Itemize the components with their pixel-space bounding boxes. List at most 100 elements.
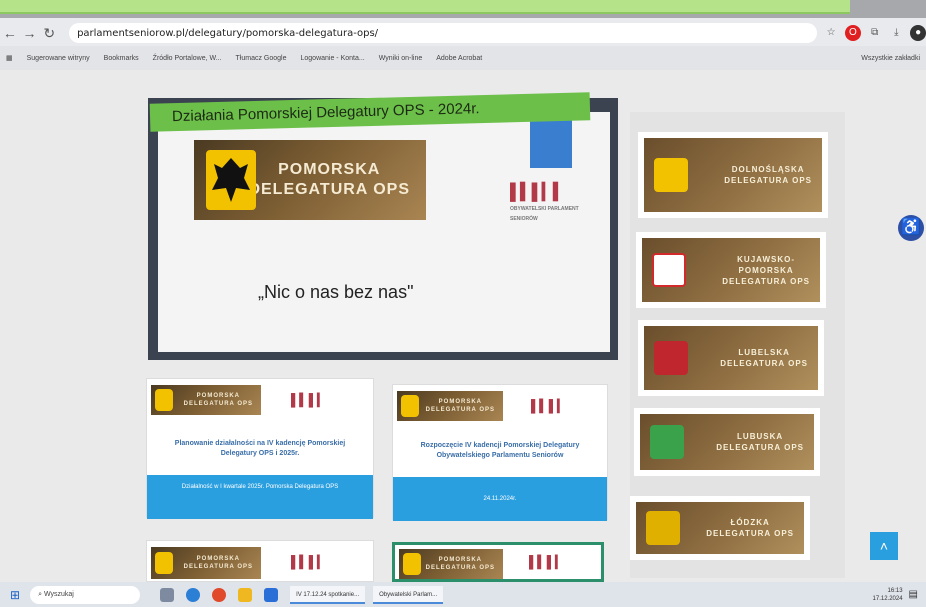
ops-logo-text: OBYWATELSKI PARLAMENT SENIORÓW <box>510 206 579 222</box>
opera-icon[interactable]: O <box>845 25 861 41</box>
card-banner: POMORSKA DELEGATURA OPS <box>399 549 503 579</box>
card-title[interactable]: Rozpoczęcie IV kadencji Pomorskiej Deleg… <box>393 441 607 461</box>
download-icon[interactable]: ⤓ <box>889 25 905 41</box>
delegatura-banner: LUBELSKA DELEGATURA OPS <box>644 326 818 390</box>
scroll-top-button[interactable]: ˄ <box>870 532 898 560</box>
card-banner: POMORSKA DELEGATURA OPS <box>151 547 261 579</box>
delegatura-line2: DELEGATURA OPS <box>724 176 812 185</box>
delegatura-banner: DOLNOŚLĄSKA DELEGATURA OPS <box>644 138 822 212</box>
start-icon[interactable]: ⊞ <box>10 588 20 602</box>
bookmark-item[interactable]: Adobe Acrobat <box>436 55 482 62</box>
card-title[interactable]: Planowanie działalności na IV kadencję P… <box>147 439 373 459</box>
delegatura-line2: DELEGATURA OPS <box>716 443 804 452</box>
taskbar-search-text: Wyszukaj <box>43 590 74 598</box>
card-banner: POMORSKA DELEGATURA OPS <box>151 385 261 415</box>
delegatura-line2: POMORSKA <box>738 265 794 275</box>
bookmark-item[interactable]: Źródło Portalowe, W... <box>153 55 222 62</box>
star-icon[interactable]: ☆ <box>823 25 839 41</box>
url-text: parlamentseniorow.pl/delegatury/pomorska… <box>77 27 379 39</box>
edge-icon[interactable] <box>186 587 201 602</box>
explorer-icon[interactable] <box>238 587 253 602</box>
delegatura-link[interactable]: ŁÓDZKA DELEGATURA OPS <box>630 496 810 560</box>
delegatura-banner: KUJAWSKO- POMORSKA DELEGATURA OPS <box>642 238 820 302</box>
extensions-icon[interactable]: ⧉ <box>867 25 883 41</box>
crest-icon <box>155 389 173 411</box>
notification-icon[interactable]: ▤ <box>909 589 918 600</box>
card-footer: Działalność w I kwartale 2025r. Pomorska… <box>147 475 373 519</box>
crest-icon <box>401 395 419 417</box>
delegatura-banner: ŁÓDZKA DELEGATURA OPS <box>636 502 804 554</box>
news-card[interactable]: POMORSKA DELEGATURA OPS ▌▍▌▎ <box>146 540 374 582</box>
screen: ← → ↻ parlamentseniorow.pl/delegatury/po… <box>0 0 926 607</box>
delegatura-line1: LUBELSKA <box>738 348 790 357</box>
slide-banner-line1: POMORSKA <box>278 161 381 178</box>
bookmarks-bar: ▦ Sugerowane witryny Bookmarks Źródło Po… <box>0 46 926 70</box>
delegatury-sidebar: DOLNOŚLĄSKA DELEGATURA OPS KUJAWSKO- POMOR… <box>630 112 845 578</box>
crest-icon <box>652 253 686 287</box>
news-card[interactable]: POMORSKA DELEGATURA OPS ▌▍▌▎ <box>392 542 604 582</box>
card-banner-line1: POMORSKA <box>196 556 240 562</box>
card-footer: 24.11.2024r. <box>393 477 607 521</box>
delegatura-banner: LUBUSKA DELEGATURA OPS <box>640 414 814 470</box>
card-banner: POMORSKA DELEGATURA OPS <box>397 391 503 421</box>
crest-icon <box>654 158 688 192</box>
news-card[interactable]: POMORSKA DELEGATURA OPS ▌▍▌▎ Planowanie d… <box>146 378 374 519</box>
card-banner-line1: POMORSKA <box>438 399 482 405</box>
taskbar-app[interactable]: Obywatelski Parlam... <box>373 585 444 604</box>
reload-icon[interactable]: ↻ <box>39 25 59 42</box>
crest-icon <box>650 425 684 459</box>
card-banner-line2: DELEGATURA OPS <box>183 401 253 407</box>
chrome-icon[interactable] <box>212 587 227 602</box>
ops-logo: ▌▍▌▎ <box>291 393 327 407</box>
card-banner-line2: DELEGATURA OPS <box>425 407 495 413</box>
ops-logo: ▌▍▌▎ <box>291 555 327 569</box>
crest-icon <box>646 511 680 545</box>
taskview-icon[interactable] <box>160 587 175 602</box>
address-bar: ← → ↻ parlamentseniorow.pl/delegatury/po… <box>0 18 926 48</box>
forward-icon[interactable]: → <box>20 25 40 41</box>
ops-logo: ▌▍▌▎ <box>531 399 567 413</box>
delegatura-line1: LUBUSKA <box>737 432 784 441</box>
news-card[interactable]: POMORSKA DELEGATURA OPS ▌▍▌▎ Rozpoczęcie … <box>392 384 608 521</box>
profile-icon[interactable]: ● <box>910 25 926 41</box>
clock-time: 16:13 <box>887 587 903 594</box>
delegatura-line1: ŁÓDZKA <box>730 518 770 527</box>
bookmark-item[interactable]: Bookmarks <box>104 55 139 62</box>
bookmark-item[interactable]: Wyniki on-line <box>379 55 423 62</box>
crest-icon <box>155 552 173 574</box>
bookmark-item[interactable]: Tłumacz Google <box>236 55 287 62</box>
delegatura-link[interactable]: LUBELSKA DELEGATURA OPS <box>638 320 824 396</box>
back-icon[interactable]: ← <box>0 25 20 41</box>
crest-icon <box>206 150 256 210</box>
card-banner-line1: POMORSKA <box>438 557 482 563</box>
todo-icon[interactable] <box>264 587 279 602</box>
accessibility-icon[interactable]: ♿ <box>898 215 924 241</box>
delegatura-link[interactable]: KUJAWSKO- POMORSKA DELEGATURA OPS <box>636 232 826 308</box>
crest-icon <box>654 341 688 375</box>
card-banner-line1: POMORSKA <box>196 393 240 399</box>
clock-date: 17.12.2024 <box>872 595 903 602</box>
delegatura-line1: DOLNOŚLĄSKA <box>731 165 805 174</box>
apps-icon[interactable]: ▦ <box>6 54 13 62</box>
url-input[interactable]: parlamentseniorow.pl/delegatury/pomorska… <box>69 23 818 43</box>
taskbar-app[interactable]: IV 17.12.24 spotkanie... <box>290 585 366 604</box>
delegatura-link[interactable]: DOLNOŚLĄSKA DELEGATURA OPS <box>638 132 828 218</box>
active-tab[interactable] <box>0 0 850 14</box>
crest-icon <box>403 553 421 575</box>
card-banner-line2: DELEGATURA OPS <box>183 564 253 570</box>
slide-banner-line2: DELEGATURA OPS <box>248 181 410 198</box>
card-banner-line2: DELEGATURA OPS <box>425 565 495 571</box>
all-bookmarks[interactable]: Wszystkie zakładki <box>861 55 920 62</box>
bookmark-item[interactable]: Logowanie - Konta... <box>301 55 365 62</box>
slide-banner: POMORSKA DELEGATURA OPS <box>194 140 426 220</box>
delegatura-line3: DELEGATURA OPS <box>722 276 810 286</box>
taskbar: ⊞ ⌕ Wyszukaj IV 17.12.24 spotkanie... Ob… <box>0 582 926 607</box>
delegatura-link[interactable]: LUBUSKA DELEGATURA OPS <box>634 408 820 476</box>
delegatura-line2: DELEGATURA OPS <box>706 529 794 538</box>
ops-logo: ▌▍▌▎ <box>529 555 565 569</box>
delegatura-line2: DELEGATURA OPS <box>720 359 808 368</box>
slide-slogan: „Nic o nas bez nas" <box>258 282 414 302</box>
bookmark-item[interactable]: Sugerowane witryny <box>27 55 90 62</box>
delegatura-line1: KUJAWSKO- <box>737 254 796 264</box>
taskbar-search[interactable]: ⌕ Wyszukaj <box>30 585 141 604</box>
